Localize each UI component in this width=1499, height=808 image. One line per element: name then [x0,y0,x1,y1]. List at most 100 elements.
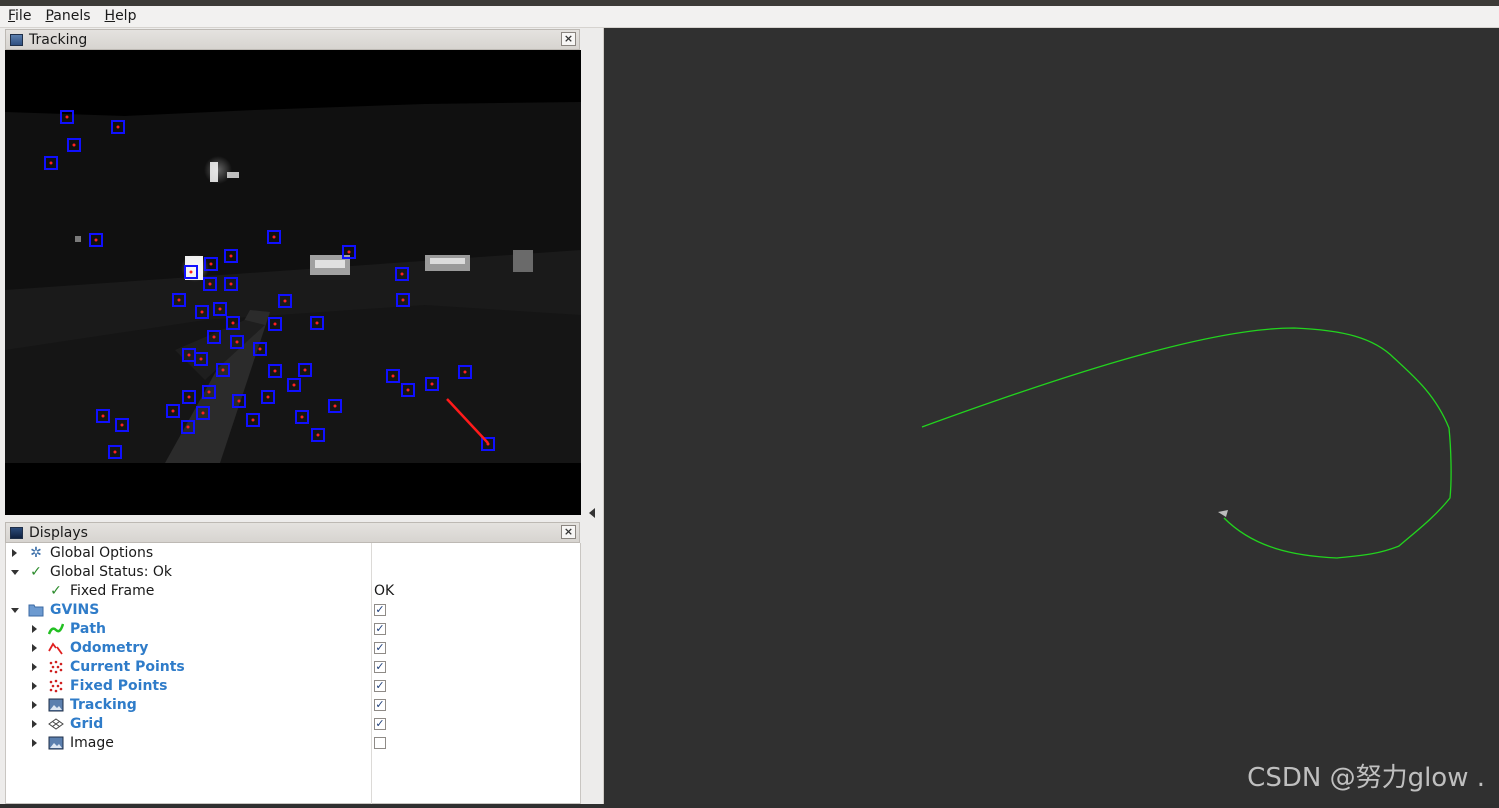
collapse-arrow-icon[interactable] [11,570,19,575]
grid-enabled-checkbox[interactable]: ✓ [374,718,386,730]
feature-point [177,298,181,302]
tree-row-label: Image [70,735,114,751]
feature-point [231,321,235,325]
feature-point [189,270,193,274]
feature-point [300,415,304,419]
image-icon [10,33,23,46]
expand-arrow-icon[interactable] [32,701,37,709]
feature-point [65,115,69,119]
grid-icon [48,717,64,732]
tree-row-fixed-points[interactable]: Fixed Points ✓ [6,677,580,696]
tree-row-label: Global Options [50,545,154,561]
current-points-enabled-checkbox[interactable]: ✓ [374,661,386,673]
feature-point [49,161,53,165]
feature-point [237,399,241,403]
displays-panel-titlebar[interactable]: Displays × [5,522,580,543]
tree-row-grid[interactable]: Grid ✓ [6,715,580,734]
feature-point [430,382,434,386]
feature-point [292,383,296,387]
feature-point [229,282,233,286]
feature-point [316,433,320,437]
watermark-text: CSDN @努力glow . [1247,763,1485,793]
feature-point [101,414,105,418]
feature-point [463,370,467,374]
tree-row-label: Fixed Frame [70,583,155,599]
fixed-points-enabled-checkbox[interactable]: ✓ [374,680,386,692]
path-icon [47,622,65,637]
feature-point [120,423,124,427]
odometry-arrow [1218,510,1228,517]
collapse-arrow-icon[interactable] [11,608,19,613]
tree-row-image[interactable]: Image [6,734,580,753]
feature-point [273,369,277,373]
expand-arrow-icon[interactable] [32,739,37,747]
feature-point [113,450,117,454]
feature-point [218,307,222,311]
gear-icon: ✲ [30,545,42,561]
feature-point [401,298,405,302]
tree-row-global-options[interactable]: ✲ Global Options [6,544,580,563]
expand-arrow-icon[interactable] [32,682,37,690]
feature-point [199,357,203,361]
check-icon: ✓ [30,564,42,580]
tree-row-tracking[interactable]: Tracking ✓ [6,696,580,715]
3d-render-viewport[interactable]: CSDN @努力glow . [604,28,1499,804]
expand-arrow-icon[interactable] [12,549,17,557]
tree-row-label: Grid [70,716,104,732]
displays-panel-title: Displays [29,524,88,541]
tree-row-odometry[interactable]: Odometry ✓ [6,639,580,658]
tracking-panel-close-button[interactable]: × [561,32,576,46]
feature-point [186,425,190,429]
collapse-left-icon[interactable] [589,508,595,518]
feature-point [303,368,307,372]
folder-icon [28,603,44,618]
fixed-frame-status-value: OK [374,583,395,599]
expand-arrow-icon[interactable] [32,625,37,633]
tree-row-label: Tracking [70,697,137,713]
menu-help[interactable]: Help [97,6,143,27]
tracking-panel-titlebar[interactable]: Tracking × [5,29,580,50]
tree-row-fixed-frame[interactable]: ✓ Fixed Frame OK [6,582,580,601]
tree-row-label: Path [70,621,106,637]
feature-point [251,418,255,422]
gvins-enabled-checkbox[interactable]: ✓ [374,604,386,616]
odometry-icon [48,641,64,656]
tree-row-current-points[interactable]: Current Points ✓ [6,658,580,677]
feature-point [207,390,211,394]
feature-point [315,321,319,325]
expand-arrow-icon[interactable] [32,720,37,728]
tree-row-gvins[interactable]: GVINS ✓ [6,601,580,620]
feature-point [333,404,337,408]
tracking-camera-image [5,50,581,515]
feature-point [258,347,262,351]
feature-point [208,282,212,286]
menu-panels[interactable]: Panels [37,6,96,27]
image-enabled-checkbox[interactable] [374,737,386,749]
feature-point [116,125,120,129]
tree-row-label: Current Points [70,659,185,675]
displays-panel-close-button[interactable]: × [561,525,576,539]
tracking-enabled-checkbox[interactable]: ✓ [374,699,386,711]
tracking-panel-title: Tracking [29,31,88,48]
expand-arrow-icon[interactable] [32,663,37,671]
displays-tree: ✲ Global Options ✓ Global Status: Ok ✓ F… [5,543,581,804]
odometry-enabled-checkbox[interactable]: ✓ [374,642,386,654]
feature-point [171,409,175,413]
check-icon: ✓ [50,583,62,599]
monitor-icon [10,526,23,539]
tree-row-global-status[interactable]: ✓ Global Status: Ok [6,563,580,582]
feature-point [347,250,351,254]
feature-point [229,254,233,258]
panel-splitter[interactable] [585,28,604,804]
feature-point [235,340,239,344]
tree-row-label: Fixed Points [70,678,168,694]
feature-point [283,299,287,303]
tree-row-label: GVINS [50,602,100,618]
trajectory-view [921,327,1452,559]
tree-row-path[interactable]: Path ✓ [6,620,580,639]
image-icon [48,698,64,713]
expand-arrow-icon[interactable] [32,644,37,652]
path-enabled-checkbox[interactable]: ✓ [374,623,386,635]
feature-point [391,374,395,378]
menu-file[interactable]: File [0,6,37,27]
